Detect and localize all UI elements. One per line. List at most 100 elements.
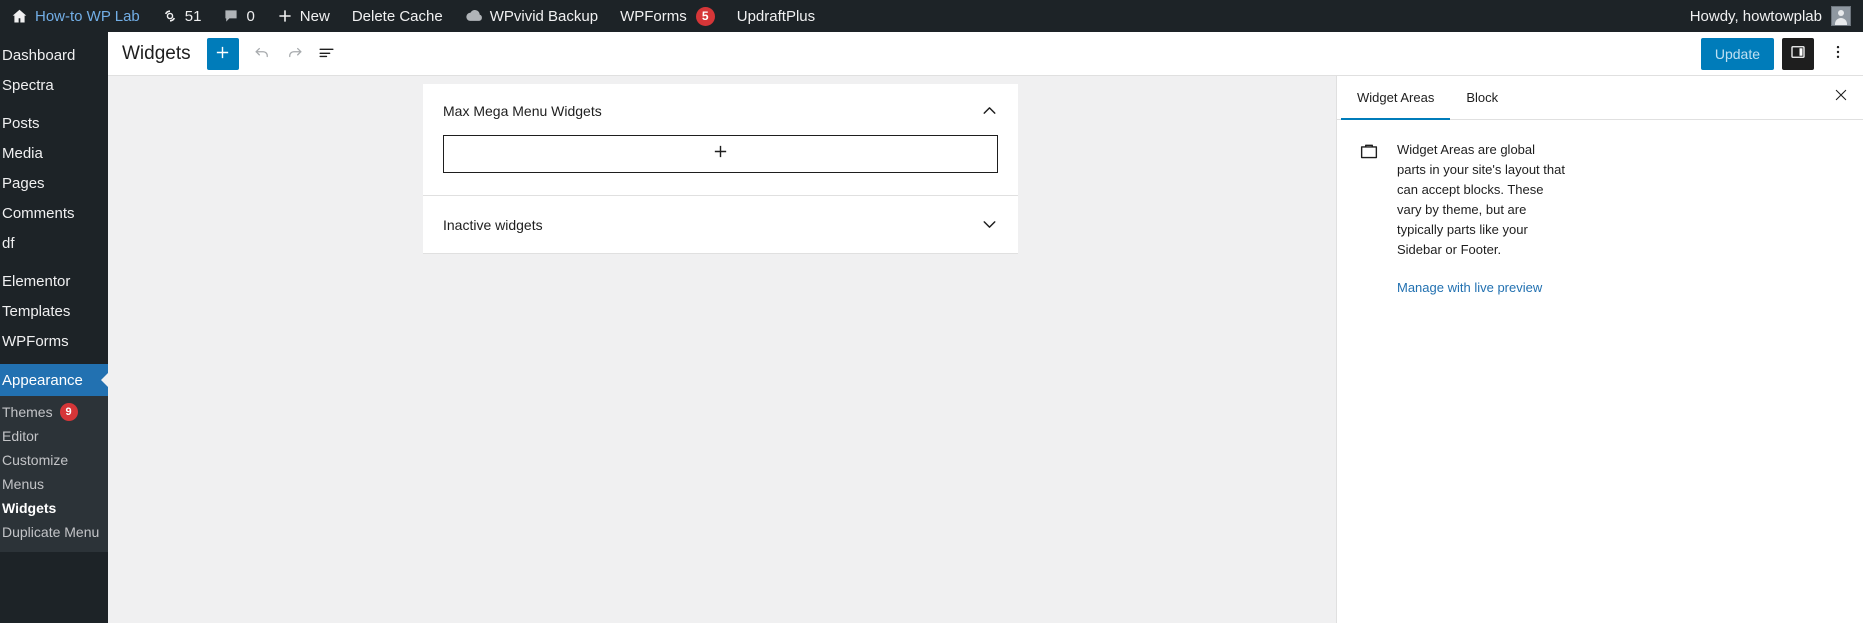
tab-label: Block [1466, 89, 1499, 105]
sidebar-item-label: Dashboard [2, 46, 76, 64]
undo-arrow-icon [253, 43, 272, 65]
howdy-label[interactable]: Howdy, howtowplab [1690, 8, 1822, 25]
widget-area-title: Inactive widgets [443, 216, 543, 233]
sidebar-item-appearance[interactable]: Appearance [0, 364, 108, 396]
tab-block[interactable]: Block [1450, 76, 1514, 120]
sidebar-separator-1 [0, 100, 108, 108]
widget-areas-description-text: Widget Areas are global parts in your si… [1397, 142, 1565, 257]
sidebar-item-dashboard[interactable]: Dashboard [0, 40, 108, 70]
home-icon [11, 8, 28, 25]
sidebar-item-label: Spectra [2, 76, 54, 94]
widget-area-body [423, 135, 1018, 195]
cloud-icon [465, 9, 483, 23]
sidebar-subitem-menus[interactable]: Menus [0, 472, 108, 496]
sidebar-item-label: Elementor [2, 272, 71, 290]
sidebar-item-label: Posts [2, 114, 40, 132]
widget-areas-stack: Max Mega Menu Widgets Inactive widgets [423, 84, 1018, 254]
sidebar-item-pages[interactable]: Pages [0, 168, 108, 198]
add-block-button[interactable] [206, 37, 239, 70]
wpforms-label: WPForms [620, 7, 687, 25]
themes-update-badge: 9 [59, 403, 78, 421]
sidebar-item-label: Pages [2, 174, 45, 192]
sidebar-item-label: Appearance [2, 371, 83, 389]
admin-bar-delete-cache[interactable]: Delete Cache [341, 0, 454, 32]
wpvivid-label: WPvivid Backup [489, 7, 599, 25]
plus-icon [277, 8, 293, 24]
sidebar-separator-3 [0, 356, 108, 364]
admin-bar-comments[interactable]: 0 [212, 0, 265, 32]
redo-button[interactable] [279, 38, 311, 70]
sidebar-subitem-label: Menus [2, 476, 45, 492]
admin-bar: How-to WP Lab 51 0 New Delete Cache WPvi… [0, 0, 1863, 32]
site-name-label: How-to WP Lab [35, 7, 140, 25]
sidebar-panel-icon [1789, 43, 1807, 64]
manage-live-preview-link[interactable]: Manage with live preview [1397, 280, 1577, 295]
widget-areas-description: Widget Areas are global parts in your si… [1359, 140, 1841, 260]
sidebar-item-spectra[interactable]: Spectra [0, 70, 108, 100]
more-vertical-icon [1829, 43, 1847, 64]
sidebar-subitem-label: Editor [2, 428, 39, 444]
widget-area-title: Max Mega Menu Widgets [443, 102, 602, 119]
sidebar-item-elementor[interactable]: Elementor [0, 266, 108, 296]
admin-bar-wpvivid-backup[interactable]: WPvivid Backup [454, 0, 609, 32]
sidebar-separator-2 [0, 258, 108, 266]
block-appender-button[interactable] [443, 135, 998, 173]
sidebar-item-posts[interactable]: Posts [0, 108, 108, 138]
sidebar-item-media[interactable]: Media [0, 138, 108, 168]
chevron-up-icon[interactable] [979, 100, 1000, 121]
sidebar-subitem-themes[interactable]: Themes 9 [0, 400, 108, 424]
delete-cache-label: Delete Cache [351, 7, 443, 25]
admin-sidebar: Dashboard Spectra Posts Media Pages Comm… [0, 32, 108, 623]
comment-bubble-icon [223, 8, 239, 24]
sidebar-subitem-duplicate-menu[interactable]: Duplicate Menu [0, 520, 108, 544]
admin-bar-updates[interactable]: 51 [151, 0, 213, 32]
sidebar-item-label: Templates [2, 302, 71, 320]
plus-icon [214, 44, 231, 64]
admin-bar-new[interactable]: New [266, 0, 341, 32]
list-view-icon [317, 43, 336, 65]
sidebar-item-templates[interactable]: Templates [0, 296, 108, 326]
tab-widget-areas[interactable]: Widget Areas [1341, 76, 1451, 120]
wpforms-badge: 5 [695, 6, 715, 26]
settings-toggle-button[interactable] [1782, 37, 1814, 70]
sidebar-spacer-top [0, 32, 108, 40]
avatar[interactable] [1831, 6, 1851, 26]
sidebar-subitem-label: Duplicate Menu [2, 524, 100, 540]
editor-header: Widgets Update [108, 32, 1863, 76]
admin-bar-wpforms[interactable]: WPForms 5 [609, 0, 726, 32]
widget-area-panel: Max Mega Menu Widgets [423, 84, 1018, 196]
editor-canvas: Max Mega Menu Widgets Inactive widgets [108, 76, 1336, 623]
sidebar-item-df[interactable]: df [0, 228, 108, 258]
admin-bar-site-name[interactable]: How-to WP Lab [0, 0, 151, 32]
sidebar-item-label: Comments [2, 204, 75, 222]
widget-area-header-inactive-widgets[interactable]: Inactive widgets [423, 196, 1018, 253]
undo-button[interactable] [247, 38, 279, 70]
updates-count: 51 [184, 7, 202, 25]
close-sidebar-button[interactable] [1819, 76, 1863, 119]
widget-area-icon [1359, 140, 1381, 260]
sidebar-item-label: df [2, 234, 15, 252]
close-x-icon [1833, 87, 1849, 108]
admin-bar-updraftplus[interactable]: UpdraftPlus [726, 0, 826, 32]
updates-icon [162, 8, 178, 24]
new-label: New [299, 7, 330, 25]
widget-area-panel: Inactive widgets [423, 196, 1018, 254]
inspector-tabs: Widget Areas Block [1337, 76, 1863, 120]
sidebar-subitem-customize[interactable]: Customize [0, 448, 108, 472]
chevron-down-icon[interactable] [979, 214, 1000, 235]
admin-bar-left-group: How-to WP Lab 51 0 New Delete Cache WPvi… [0, 0, 826, 32]
list-view-button[interactable] [311, 38, 343, 70]
sidebar-item-label: Media [2, 144, 43, 162]
plus-icon [712, 143, 729, 165]
update-button[interactable]: Update [1700, 37, 1774, 70]
more-options-button[interactable] [1822, 38, 1854, 70]
editor-header-actions: Update [1700, 37, 1854, 70]
sidebar-item-comments[interactable]: Comments [0, 198, 108, 228]
widget-area-header-max-mega-menu[interactable]: Max Mega Menu Widgets [423, 84, 1018, 135]
sidebar-item-wpforms[interactable]: WPForms [0, 326, 108, 356]
sidebar-subitem-label: Customize [2, 452, 69, 468]
sidebar-submenu-appearance: Themes 9 Editor Customize Menus Widgets … [0, 396, 108, 552]
sidebar-subitem-editor[interactable]: Editor [0, 424, 108, 448]
page-title: Widgets [122, 42, 191, 64]
sidebar-subitem-widgets[interactable]: Widgets [0, 496, 108, 520]
